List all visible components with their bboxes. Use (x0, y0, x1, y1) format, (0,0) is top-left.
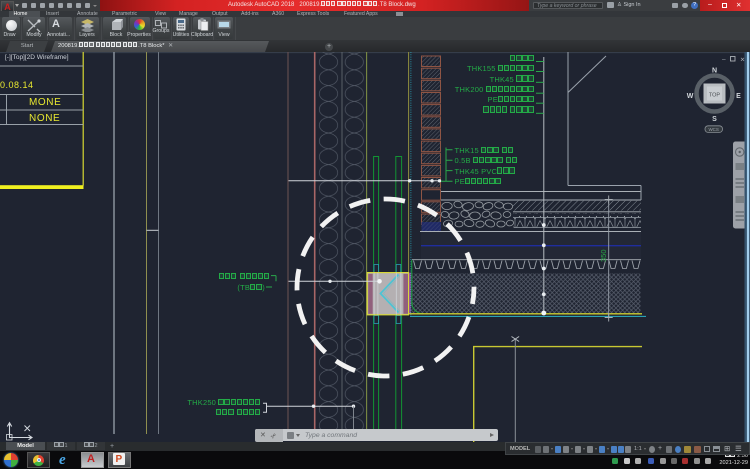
svg-text:350: 350 (599, 249, 608, 262)
svg-text:✕: ✕ (740, 58, 745, 64)
svg-text:–: – (722, 57, 726, 64)
svg-text:N: N (712, 68, 717, 75)
svg-text:E: E (736, 93, 741, 100)
svg-text:W: W (687, 93, 694, 100)
svg-text:TOP: TOP (709, 93, 721, 99)
svg-text:S: S (712, 116, 717, 123)
svg-text:WCS: WCS (708, 127, 719, 132)
